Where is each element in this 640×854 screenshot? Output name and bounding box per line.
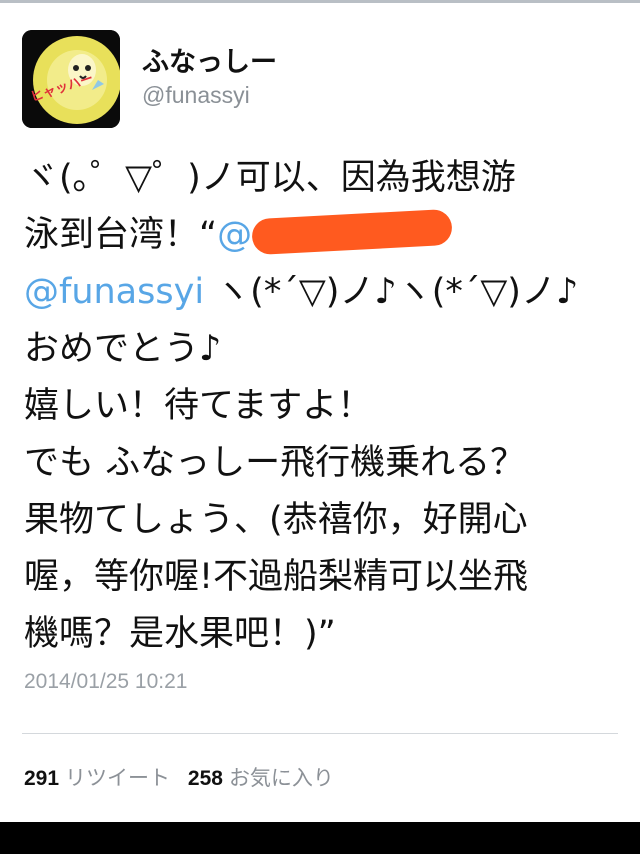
tweet-text: ヾ(｡゜▽゜)ノ可以、因為我想游 泳到台湾！“@ @funassyi ヽ(*´▽… [24,150,624,663]
mention-redacted[interactable]: @ [217,215,252,255]
retweets-stat[interactable]: 291 リツイート [24,762,170,792]
tweet-line-1: ヾ(｡゜▽゜)ノ可以、因為我想游 [24,158,516,198]
tweet-line-7: 果物てしょう、(恭禧你，好開心 [24,500,528,540]
avatar[interactable]: ヒャッハー [22,30,120,128]
tweet-line-2: 泳到台湾！“ [24,215,218,255]
tweet-stats: 291 リツイート 258 お気に入り [24,762,346,792]
avatar-image: ヒャッハー [22,30,120,128]
top-divider [0,0,640,3]
retweets-count: 291 [24,767,60,790]
tweet-line-6: でも ふなっしー飛行機乗れる？ [24,443,526,483]
favorites-stat[interactable]: 258 お気に入り [188,762,334,792]
tweet-line-4: おめでとう♪ [24,329,222,369]
favorites-count: 258 [187,767,223,790]
user-handle[interactable]: @funassyi [142,82,250,109]
tweet-timestamp[interactable]: 2014/01/25 10:21 [24,670,188,694]
tweet-header: ヒャッハー ふなっしー @funassyi [22,30,582,130]
display-name[interactable]: ふなっしー [142,40,277,79]
tweet-line-5: 嬉しい！待てますよ！ [24,386,373,426]
tweet-line-8: 喔，等你喔!不過船梨精可以坐飛 [24,557,529,597]
favorites-label: お気に入り [228,766,334,790]
retweets-label: リツイート [65,766,171,790]
redaction-mark [251,208,453,256]
mention-funassyi[interactable]: @funassyi [24,272,204,312]
tweet-line-3: ヽ(*´▽)ノ♪ヽ(*´▽)ノ♪ [204,272,579,312]
bottom-bar [0,822,640,854]
tweet-line-9: 機嗎？是水果吧！)” [24,614,336,654]
stats-divider [22,733,618,734]
